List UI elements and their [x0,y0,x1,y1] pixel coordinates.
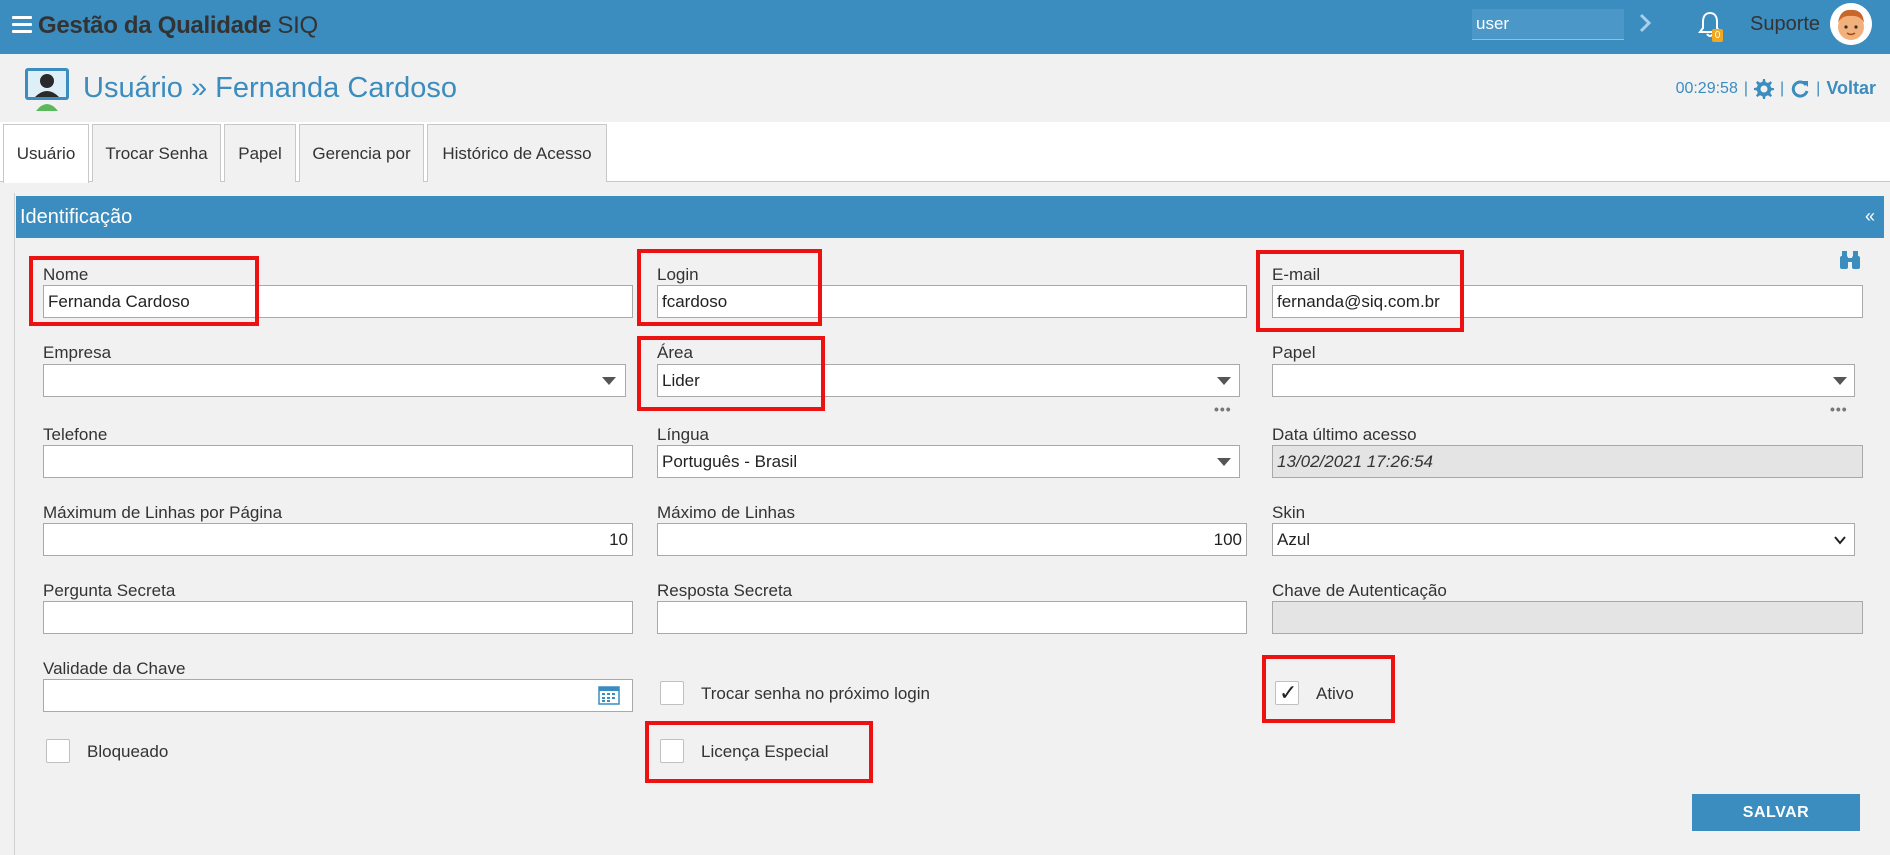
user-name[interactable]: Suporte [1750,13,1820,36]
ativo-label: Ativo [1316,684,1354,703]
chave-autenticacao-field [1272,601,1863,634]
pergunta-secreta-field[interactable] [43,601,633,634]
separator: | [1816,79,1821,97]
validade-chave-label: Validade da Chave [43,659,186,678]
licenca-especial-checkbox[interactable] [660,739,684,763]
notification-badge: 0 [1712,29,1723,42]
binoculars-icon[interactable] [1838,250,1862,270]
panel-title: Identificação [20,206,133,228]
session-timer: 00:29:58 [1675,79,1738,97]
skin-label: Skin [1272,503,1306,522]
licenca-especial-label: Licença Especial [701,742,829,761]
separator: | [1780,79,1785,97]
resposta-secreta-label: Resposta Secreta [657,581,793,600]
panel-header [16,196,1884,238]
login-label: Login [657,265,699,284]
back-link[interactable]: Voltar [1826,78,1876,99]
data-ultimo-acesso-field: 13/02/2021 17:26:54 [1272,445,1863,478]
lingua-combo[interactable]: Português - Brasil [657,445,1240,478]
email-field[interactable]: fernanda@siq.com.br [1272,285,1863,318]
refresh-icon[interactable] [1790,79,1810,99]
papel-lookup-more-icon[interactable]: ••• [1830,401,1848,417]
chave-autenticacao-label: Chave de Autenticação [1272,581,1447,600]
bloqueado-checkbox[interactable] [46,739,70,763]
chevron-down-icon[interactable] [602,377,616,385]
ativo-checkbox[interactable]: ✓ [1275,680,1299,705]
header-actions: 00:29:58 | | | Voltar [1676,78,1876,99]
validade-chave-field[interactable] [43,679,633,712]
menu-icon[interactable] [12,16,32,34]
max-linhas-label: Máximo de Linhas [657,503,795,522]
page-title: Usuário » Fernanda Cardoso [83,72,457,104]
telefone-field[interactable] [43,445,633,478]
app-title-suffix: SIQ [277,12,318,39]
papel-combo[interactable] [1272,364,1855,397]
separator: | [1743,79,1748,97]
area-combo[interactable]: Lider [657,364,1240,397]
data-ultimo-acesso-label: Data último acesso [1272,425,1417,444]
collapse-icon[interactable]: « [1865,206,1875,227]
tab-trocar-senha[interactable]: Trocar Senha [92,124,221,182]
chevron-down-icon[interactable] [1833,377,1847,385]
chevron-right-icon[interactable] [1638,12,1652,34]
area-label: Área [657,343,693,362]
checkmark-icon: ✓ [1279,680,1298,705]
user-monitor-icon [25,68,69,111]
empresa-combo[interactable] [43,364,626,397]
save-button[interactable]: SALVAR [1692,794,1860,831]
chevron-down-icon[interactable] [1217,458,1231,466]
search-input[interactable] [1472,9,1624,40]
max-linhas-pagina-label: Máximum de Linhas por Página [43,503,283,522]
nome-field[interactable]: Fernanda Cardoso [43,285,633,318]
empresa-label: Empresa [43,343,112,362]
trocar-senha-checkbox[interactable] [660,681,684,705]
tab-gerencia-por[interactable]: Gerencia por [299,124,424,182]
tab-usuario[interactable]: Usuário [3,124,89,183]
email-label: E-mail [1272,265,1321,284]
papel-label: Papel [1272,343,1316,362]
tab-papel[interactable]: Papel [224,124,296,182]
chevron-down-icon[interactable] [1217,377,1231,385]
chevron-down-icon[interactable] [1833,533,1847,547]
app-title-text: Gestão da Qualidade [38,12,272,39]
telefone-label: Telefone [43,425,108,444]
login-field[interactable]: fcardoso [657,285,1247,318]
calendar-icon[interactable] [598,685,620,705]
bloqueado-label: Bloqueado [87,742,169,761]
user-avatar-icon [1830,3,1872,45]
app-title: Gestão da Qualidade SIQ [38,12,318,40]
resposta-secreta-field[interactable] [657,601,1247,634]
nome-label: Nome [43,265,89,284]
max-linhas-field[interactable]: 100 [657,523,1247,556]
max-linhas-pagina-field[interactable]: 10 [43,523,633,556]
skin-select[interactable]: Azul [1272,523,1855,556]
area-lookup-more-icon[interactable]: ••• [1214,401,1232,417]
trocar-senha-label: Trocar senha no próximo login [701,684,930,703]
tab-historico-acesso[interactable]: Histórico de Acesso [427,124,607,182]
lingua-label: Língua [657,425,709,444]
pergunta-secreta-label: Pergunta Secreta [43,581,176,600]
avatar[interactable] [1830,3,1872,45]
gear-icon[interactable] [1754,78,1774,99]
